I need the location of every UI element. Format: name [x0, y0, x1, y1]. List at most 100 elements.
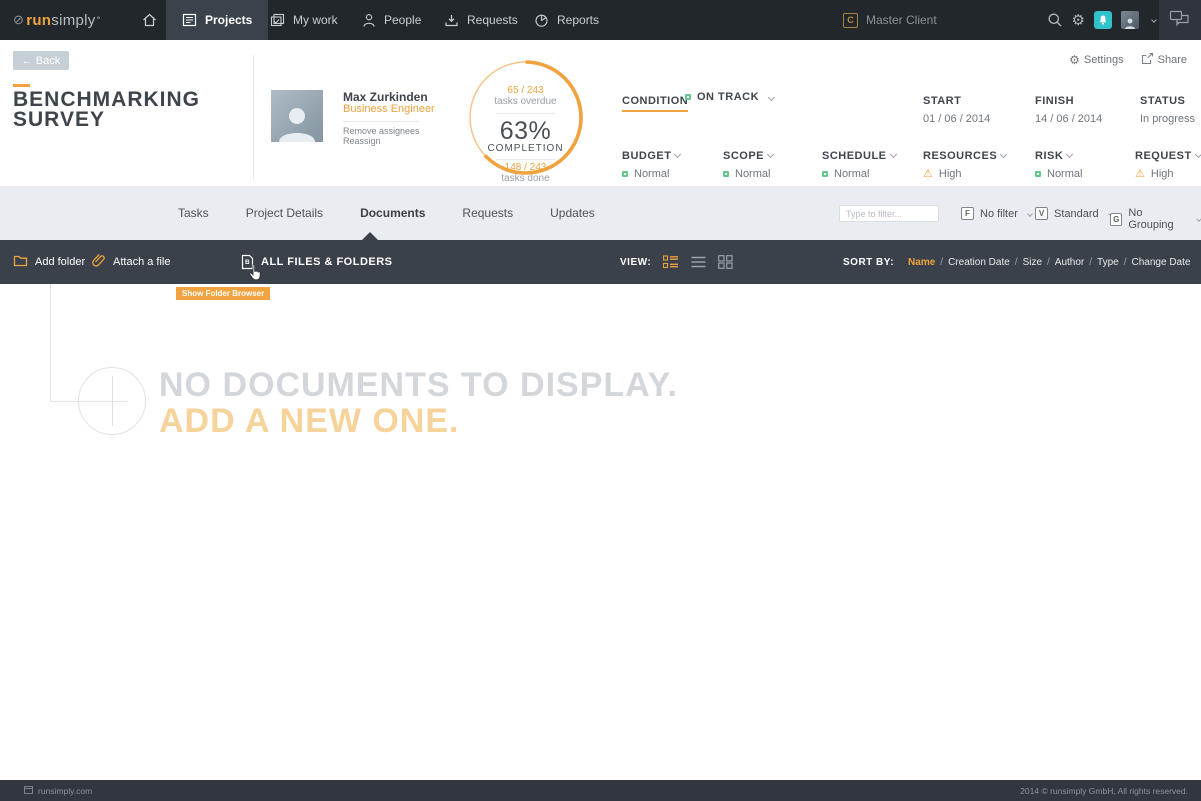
attach-file-button[interactable]: Attach a file: [92, 240, 170, 284]
start-value: 01 / 06 / 2014: [923, 113, 990, 125]
active-tab-notch: [362, 232, 378, 240]
sort-option-name[interactable]: Name: [908, 257, 935, 268]
metric-value: High: [939, 168, 962, 180]
folder-icon: [13, 254, 28, 270]
add-folder-button[interactable]: Add folder: [13, 240, 85, 284]
app-logo[interactable]: ⊘runsimply°: [13, 0, 101, 40]
grid-view-icon[interactable]: [718, 255, 733, 269]
browser-window-icon: [24, 786, 33, 796]
sort-option-change-date[interactable]: Change Date: [1132, 257, 1191, 268]
add-folder-label: Add folder: [35, 256, 85, 268]
grouping-key-icon: G: [1110, 213, 1122, 226]
project-tabs: Tasks Project Details Documents Requests…: [178, 186, 595, 240]
metric-label: RISK: [1035, 150, 1063, 162]
user-menu-chevron-icon[interactable]: [1151, 17, 1157, 23]
completion-percent: 63%: [467, 117, 584, 146]
sort-option-author[interactable]: Author: [1055, 257, 1084, 268]
status-ok-icon: [1035, 171, 1041, 177]
share-button[interactable]: Share: [1140, 52, 1187, 68]
header-divider: [253, 55, 254, 180]
title-accent-dash: [13, 84, 30, 87]
condition-label-wrap: CONDITION: [622, 91, 688, 109]
project-tab-bar: Tasks Project Details Documents Requests…: [0, 186, 1201, 240]
footer-site-link[interactable]: runsimply.com: [24, 780, 92, 801]
resources-metric[interactable]: RESOURCES ⚠High: [923, 146, 1006, 180]
remove-assignees-link[interactable]: Remove assignees: [343, 126, 420, 136]
app-screen: ⊘runsimply° Projects My work People Requ…: [0, 0, 1201, 801]
settings-button[interactable]: ⚙ Settings: [1069, 52, 1124, 68]
sort-option-size[interactable]: Size: [1023, 257, 1042, 268]
chevron-down-icon: [1066, 151, 1073, 158]
documents-content-area: NO DOCUMENTS TO DISPLAY. ADD A NEW ONE.: [0, 284, 1201, 780]
sort-separator: /: [1015, 257, 1018, 268]
tasks-done-label: tasks done: [467, 173, 584, 184]
user-avatar[interactable]: [1121, 11, 1139, 29]
back-button[interactable]: ← Back: [13, 51, 69, 70]
status-ok-icon: [685, 94, 691, 100]
requests-icon: [444, 13, 459, 28]
ring-divider: [496, 113, 555, 114]
nav-tab-people[interactable]: People: [346, 0, 437, 40]
gear-icon[interactable]: ⚙: [1072, 11, 1085, 29]
request-metric[interactable]: REQUEST ⚠High: [1135, 146, 1201, 180]
tab-tasks[interactable]: Tasks: [178, 206, 209, 220]
metric-label: RESOURCES: [923, 150, 997, 162]
assignee-role: Business Engineer: [343, 103, 435, 115]
assignee-avatar[interactable]: [271, 90, 323, 142]
mouse-cursor-pointer: [248, 263, 263, 287]
nav-tab-my-work[interactable]: My work: [254, 0, 354, 40]
condition-value: ON TRACK: [697, 91, 759, 103]
start-label: START: [923, 95, 961, 107]
nav-tab-label: People: [384, 13, 421, 27]
filter-dropdown[interactable]: F No filter: [961, 207, 1032, 220]
empty-state-message: NO DOCUMENTS TO DISPLAY.: [159, 366, 678, 405]
reassign-link[interactable]: Reassign: [343, 136, 381, 146]
detail-list-view-icon[interactable]: [663, 255, 679, 269]
metric-label: SCHEDULE: [822, 150, 887, 162]
client-selector[interactable]: C Master Client: [843, 0, 937, 40]
status-label: STATUS: [1140, 95, 1185, 107]
empty-state-cta[interactable]: ADD A NEW ONE.: [159, 402, 459, 441]
metric-label: REQUEST: [1135, 150, 1192, 162]
home-icon: [141, 12, 158, 28]
sort-by-label: SORT BY:: [843, 257, 894, 268]
grouping-dropdown[interactable]: G No Grouping: [1110, 207, 1201, 231]
tab-requests[interactable]: Requests: [462, 206, 513, 220]
completion-label: COMPLETION: [467, 143, 584, 154]
filter-key-icon: F: [961, 207, 974, 220]
chat-bubbles-icon: [1169, 9, 1191, 32]
nav-tab-label: My work: [293, 13, 338, 27]
filter-dropdown-label: No filter: [980, 208, 1018, 220]
view-dropdown-label: Standard: [1054, 208, 1099, 220]
schedule-metric[interactable]: SCHEDULE Normal: [822, 146, 896, 180]
sort-option-creation-date[interactable]: Creation Date: [948, 257, 1010, 268]
list-view-icon[interactable]: [691, 255, 706, 269]
tab-documents[interactable]: Documents: [360, 206, 425, 220]
budget-metric[interactable]: BUDGET Normal: [622, 146, 680, 180]
tab-updates[interactable]: Updates: [550, 206, 595, 220]
client-name: Master Client: [866, 13, 937, 27]
sort-separator: /: [1089, 257, 1092, 268]
share-label: Share: [1158, 54, 1187, 66]
metric-value: Normal: [1047, 168, 1082, 180]
nav-tab-label: Requests: [467, 13, 518, 27]
top-nav-bar: ⊘runsimply° Projects My work People Requ…: [0, 0, 1201, 40]
scope-metric[interactable]: SCOPE Normal: [723, 146, 773, 180]
logo-superscript: °: [97, 15, 101, 25]
status-ok-icon: [622, 171, 628, 177]
filter-input[interactable]: [839, 205, 939, 222]
folder-breadcrumb[interactable]: B ALL FILES & FOLDERS: [241, 240, 393, 284]
tab-project-details[interactable]: Project Details: [246, 206, 323, 220]
view-mode-dropdown[interactable]: V Standard: [1035, 207, 1113, 220]
nav-tab-reports[interactable]: Reports: [518, 0, 615, 40]
nav-tab-projects[interactable]: Projects: [166, 0, 268, 40]
condition-dropdown[interactable]: ON TRACK: [685, 91, 774, 103]
feedback-panel-button[interactable]: [1159, 0, 1201, 40]
chevron-down-icon: [1196, 216, 1201, 222]
search-icon[interactable]: [1047, 12, 1063, 28]
sort-option-type[interactable]: Type: [1097, 257, 1119, 268]
notifications-bell-button[interactable]: [1094, 11, 1112, 29]
logo-mark-icon: ⊘: [13, 12, 24, 28]
chevron-down-icon: [1195, 151, 1201, 158]
risk-metric[interactable]: RISK Normal: [1035, 146, 1082, 180]
